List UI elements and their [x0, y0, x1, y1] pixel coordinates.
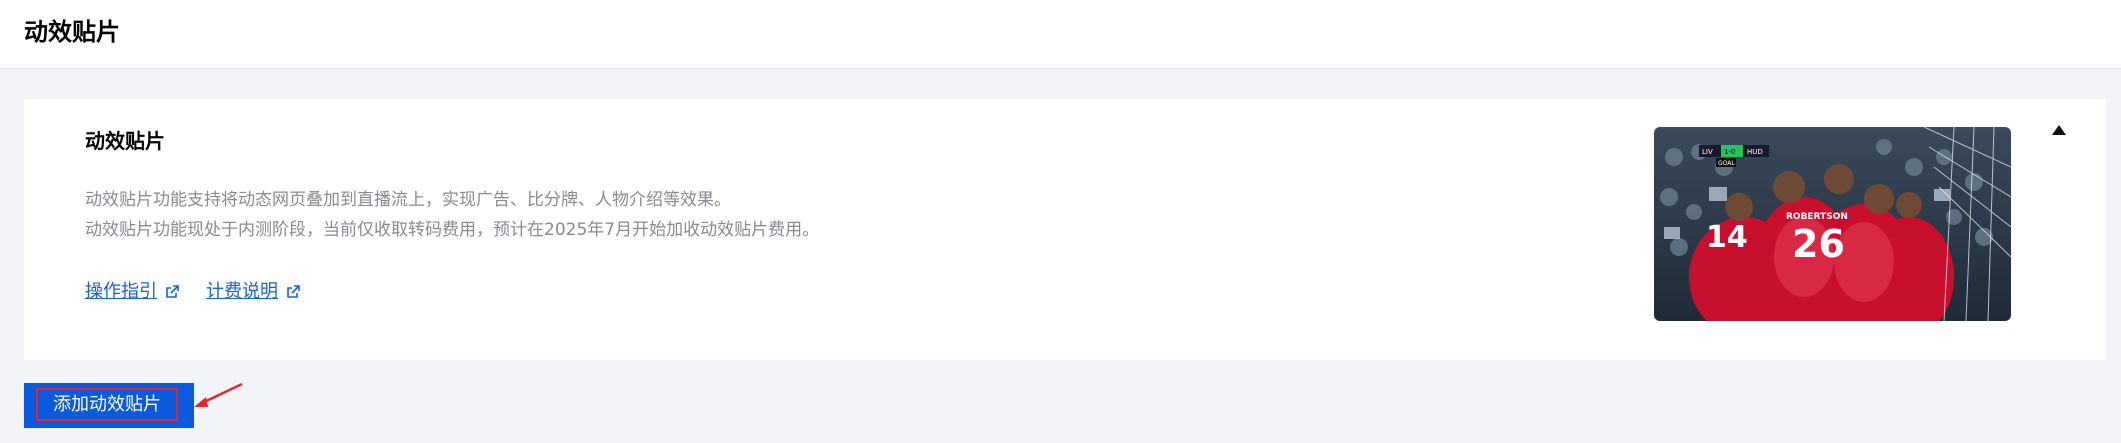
- operation-guide-link[interactable]: 操作指引: [85, 279, 179, 305]
- page-header: 动效贴片: [0, 0, 2121, 69]
- external-link-icon: [287, 285, 300, 298]
- other-player-number: 14: [1706, 220, 1748, 255]
- page-title: 动效贴片: [24, 18, 120, 46]
- player-number: 26: [1792, 222, 1845, 266]
- triangle-up-icon[interactable]: [2050, 123, 2068, 137]
- preview-image: LIV 1-0 HUD GOAL ROBERTSON 26 14: [1654, 127, 2011, 321]
- annotation-arrow-icon: [194, 382, 243, 407]
- add-button-label: 添加动效贴片: [36, 388, 178, 421]
- card-title: 动效贴片: [85, 129, 165, 153]
- external-link-icon: [166, 285, 179, 298]
- operation-guide-label: 操作指引: [85, 281, 157, 302]
- description-line-1: 动效贴片功能支持将动态网页叠加到直播流上，实现广告、比分牌、人物介绍等效果。: [85, 190, 731, 210]
- football-celebration-image: LIV 1-0 HUD GOAL ROBERTSON 26 14: [1654, 127, 2011, 321]
- score-home: LIV: [1702, 148, 1713, 156]
- score-away: HUD: [1747, 148, 1763, 156]
- player-name: ROBERTSON: [1786, 212, 1848, 222]
- goal-banner: GOAL: [1718, 160, 1735, 167]
- info-card: 动效贴片 动效贴片功能支持将动态网页叠加到直播流上，实现广告、比分牌、人物介绍等…: [24, 99, 2106, 360]
- billing-info-link[interactable]: 计费说明: [206, 279, 300, 305]
- score-value: 1-0: [1724, 148, 1735, 156]
- add-motion-sticker-button[interactable]: 添加动效贴片: [24, 383, 194, 428]
- description-line-2: 动效贴片功能现处于内测阶段，当前仅收取转码费用，预计在2025年7月开始加收动效…: [85, 220, 820, 240]
- billing-info-label: 计费说明: [206, 281, 278, 302]
